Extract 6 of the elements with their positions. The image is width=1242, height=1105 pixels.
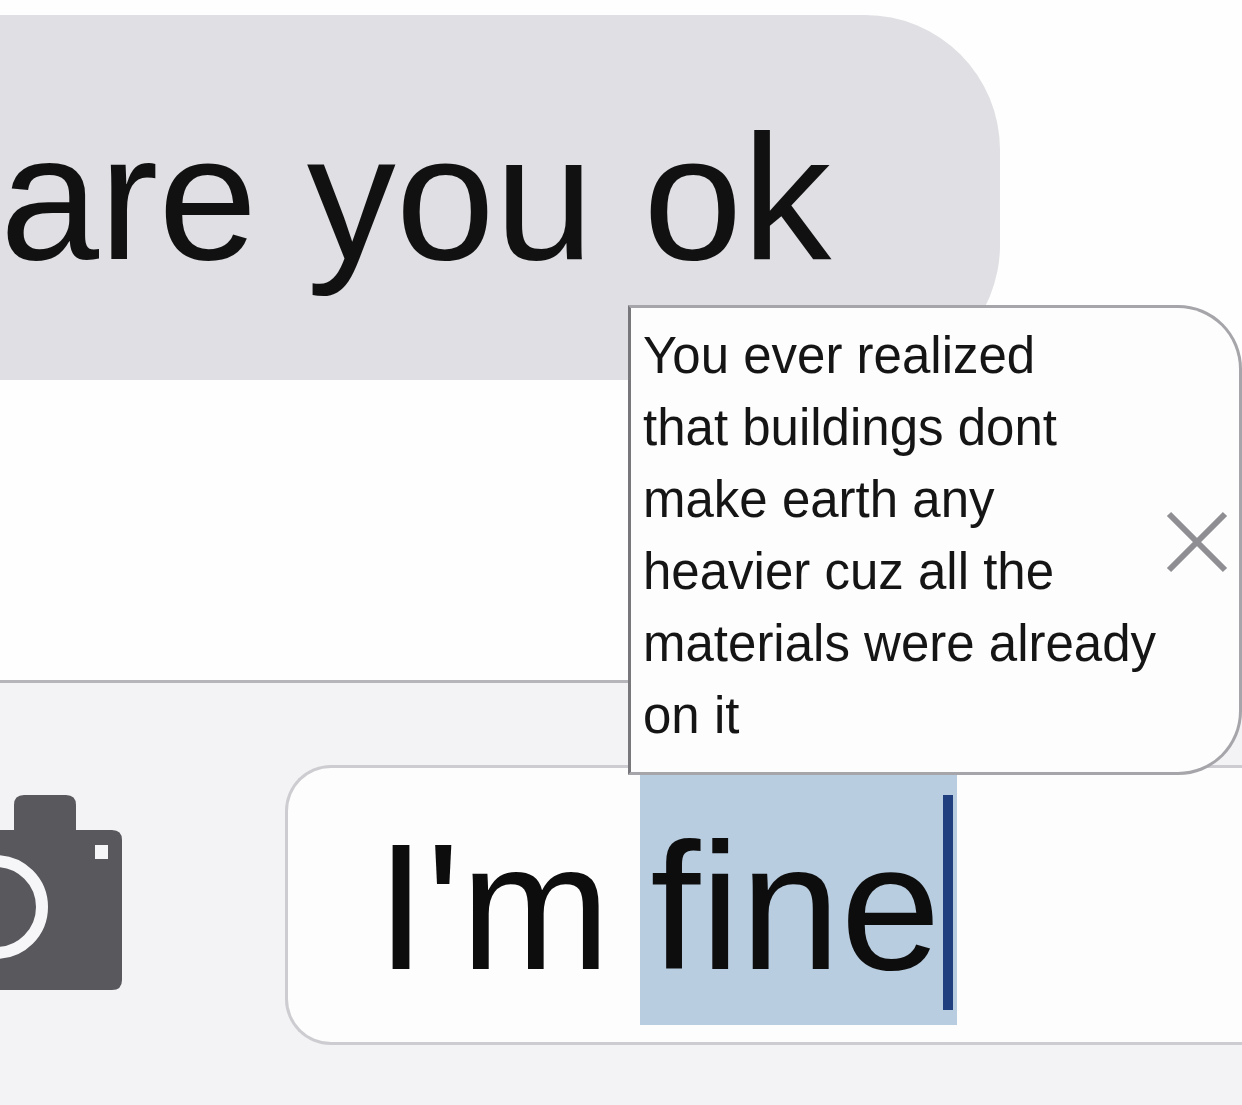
typed-text: I'm: [376, 805, 611, 1009]
suggestion-text: You ever realized that buildings dont make earth any heavier cuz all the materials were already on it: [643, 326, 1157, 746]
camera-icon[interactable]: [0, 795, 122, 990]
message-text: are you ok: [0, 96, 832, 299]
message-input-field[interactable]: I'm fine: [285, 765, 1242, 1045]
close-icon[interactable]: [1165, 510, 1229, 574]
